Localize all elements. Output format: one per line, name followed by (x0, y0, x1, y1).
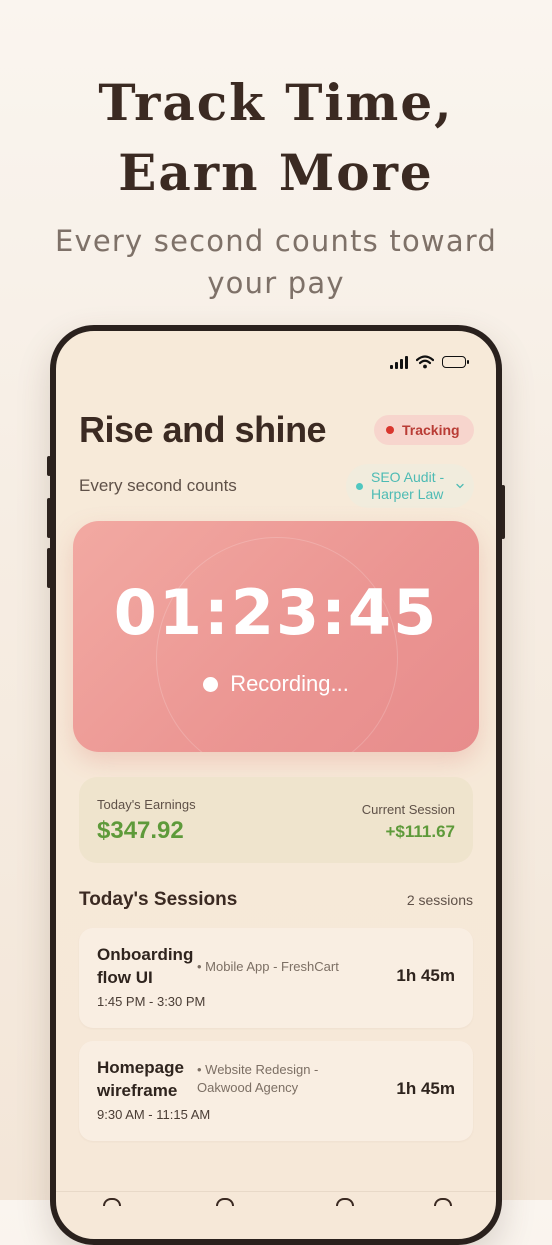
tracking-badge-label: Tracking (402, 422, 460, 438)
phone-frame: Rise and shine Tracking Every second cou… (50, 325, 502, 1245)
timer-card[interactable]: 01:23:45 Recording... (73, 521, 479, 752)
project-color-dot-icon (356, 482, 363, 490)
signal-icon (390, 355, 408, 369)
session-time-range: 9:30 AM - 11:15 AM (97, 1107, 211, 1122)
recording-indicator: Recording... (73, 671, 479, 697)
session-project: • Website Redesign - Oakwood Agency (197, 1062, 319, 1095)
session-card[interactable]: Onboarding flow UI • Mobile App - FreshC… (79, 928, 473, 1028)
wifi-icon (416, 355, 434, 369)
tagline: Every second counts (79, 476, 237, 495)
todays-earnings-value: $347.92 (97, 817, 184, 844)
earnings-card: Today's Earnings $347.92 Current Session… (79, 777, 473, 863)
session-title: Homepage wireframe (97, 1058, 184, 1100)
hero-title-line-1: Track Time, (98, 73, 454, 132)
battery-icon (442, 356, 469, 368)
session-duration: 1h 45m (396, 1079, 455, 1098)
todays-earnings-label: Today's Earnings (97, 797, 196, 812)
hero-title: Track Time, Earn More (0, 68, 552, 208)
session-duration: 1h 45m (396, 966, 455, 985)
tab-icon-reports[interactable] (336, 1198, 354, 1206)
session-project: • Mobile App - FreshCart (197, 959, 339, 974)
project-selector[interactable]: SEO Audit - Harper Law (346, 464, 474, 508)
timer-display: 01:23:45 (113, 576, 439, 649)
session-card[interactable]: Homepage wireframe • Website Redesign - … (79, 1041, 473, 1141)
tab-icon-sessions[interactable] (216, 1198, 234, 1206)
tracking-status-badge: Tracking (374, 415, 474, 445)
current-session-label: Current Session (361, 802, 455, 817)
hero-subtitle: Every second counts toward your pay (54, 224, 498, 300)
session-title: Onboarding flow UI (97, 945, 194, 987)
sessions-section-title: Today's Sessions (79, 889, 238, 910)
recording-label: Recording... (230, 671, 349, 696)
hero-title-line-2: Earn More (118, 143, 434, 202)
chevron-down-icon (456, 483, 464, 489)
current-session-value: +$111.67 (385, 822, 455, 841)
greeting-title: Rise and shine (79, 409, 327, 450)
recording-dot-icon (203, 676, 219, 692)
tab-icon-timer[interactable] (103, 1198, 121, 1206)
status-bar (390, 353, 469, 371)
project-selector-label: SEO Audit - Harper Law (371, 469, 445, 502)
sessions-count: 2 sessions (406, 892, 473, 908)
session-time-range: 1:45 PM - 3:30 PM (97, 994, 206, 1009)
tracking-dot-icon (386, 426, 394, 434)
tab-icon-profile[interactable] (434, 1198, 452, 1206)
tab-bar (56, 1191, 496, 1239)
